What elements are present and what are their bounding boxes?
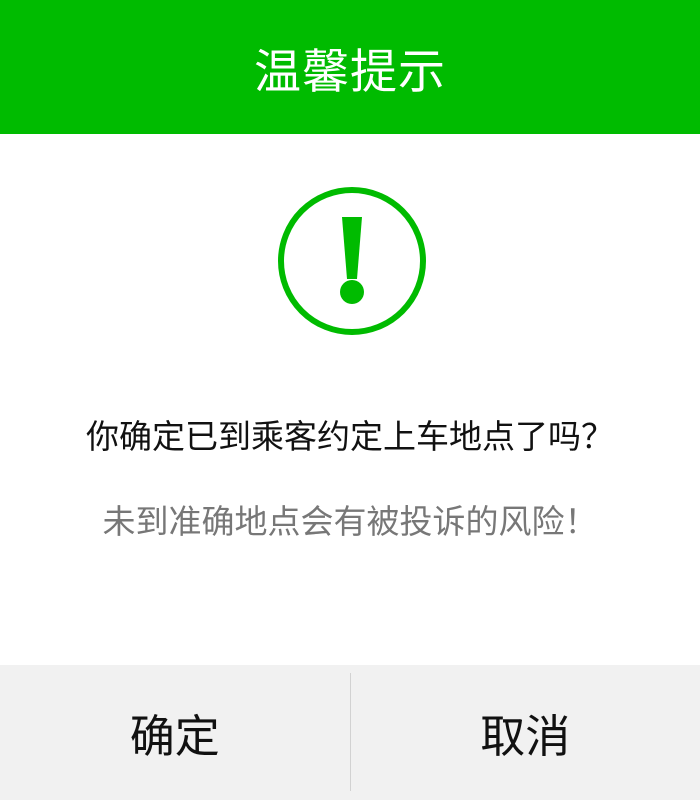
- warning-dialog: 温馨提示 你确定已到乘客约定上车地点了吗？ 未到准确地点会有被投诉的风险！ 确定…: [0, 0, 700, 800]
- cancel-button[interactable]: 取消: [351, 665, 700, 800]
- dialog-title: 温馨提示: [254, 44, 446, 100]
- complaint-warning: 未到准确地点会有被投诉的风险！: [102, 502, 598, 541]
- dialog-footer: 确定 取消: [0, 665, 700, 800]
- confirm-button[interactable]: 确定: [0, 665, 350, 800]
- dialog-header: 温馨提示: [0, 0, 700, 134]
- exclamation-circle-icon: [276, 185, 428, 337]
- confirm-question: 你确定已到乘客约定上车地点了吗？: [86, 417, 614, 456]
